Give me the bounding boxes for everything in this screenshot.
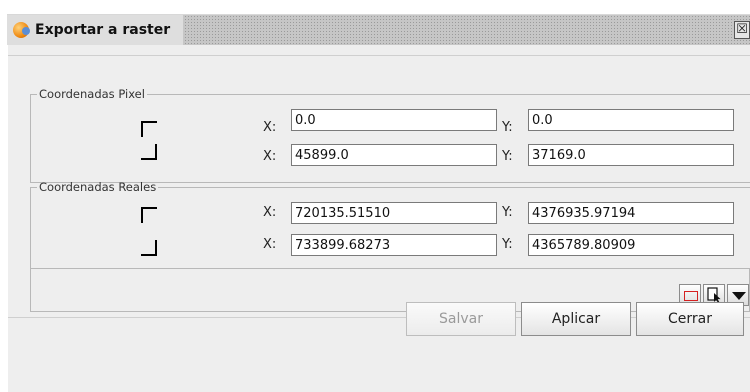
pixel-y2-label: Y: (502, 149, 513, 164)
export-raster-dialog: Exportar a raster ☒ Coordenadas Pixel X:… (0, 0, 750, 392)
pixel-y1-label: Y: (502, 120, 513, 135)
real-y1-label: Y: (502, 205, 513, 220)
real-x2-input[interactable] (291, 234, 497, 256)
title-area: Exportar a raster (7, 15, 183, 45)
top-divider (8, 55, 750, 56)
pixel-x1-input[interactable] (291, 109, 497, 131)
close-icon: ☒ (736, 22, 748, 37)
dropdown-arrow-icon (732, 292, 746, 300)
top-left-corner-icon (141, 207, 157, 223)
title-bar[interactable]: Exportar a raster ☒ (7, 14, 750, 45)
pixel-x1-label: X: (263, 120, 277, 135)
save-button[interactable]: Salvar (406, 302, 516, 336)
bottom-right-corner-icon (141, 144, 157, 160)
close-button[interactable]: Cerrar (636, 302, 744, 336)
window-title: Exportar a raster (35, 22, 171, 38)
real-coordinates-group: Coordenadas Reales (30, 180, 750, 274)
rectangle-select-icon (684, 291, 698, 301)
pixel-coordinates-legend: Coordenadas Pixel (39, 87, 145, 101)
apply-button[interactable]: Aplicar (521, 302, 631, 336)
pixel-coordinates-group: Coordenadas Pixel (30, 87, 750, 183)
top-left-corner-icon (141, 121, 157, 137)
pointer-select-icon (707, 287, 721, 303)
gvsig-app-icon (13, 22, 30, 38)
pixel-x2-input[interactable] (291, 144, 497, 166)
close-window-button[interactable]: ☒ (734, 21, 750, 39)
dialog-content: Coordenadas Pixel X: Y: X: Y: Coordenada… (8, 45, 750, 392)
real-y1-input[interactable] (528, 202, 734, 224)
real-x2-label: X: (263, 237, 277, 252)
real-y2-label: Y: (502, 237, 513, 252)
pixel-x2-label: X: (263, 149, 277, 164)
real-y2-input[interactable] (528, 234, 734, 256)
real-x1-input[interactable] (291, 202, 497, 224)
bottom-right-corner-icon (141, 240, 157, 256)
pixel-y1-input[interactable] (528, 109, 734, 131)
pixel-y2-input[interactable] (528, 144, 734, 166)
real-coordinates-legend: Coordenadas Reales (39, 180, 157, 194)
real-x1-label: X: (263, 205, 277, 220)
